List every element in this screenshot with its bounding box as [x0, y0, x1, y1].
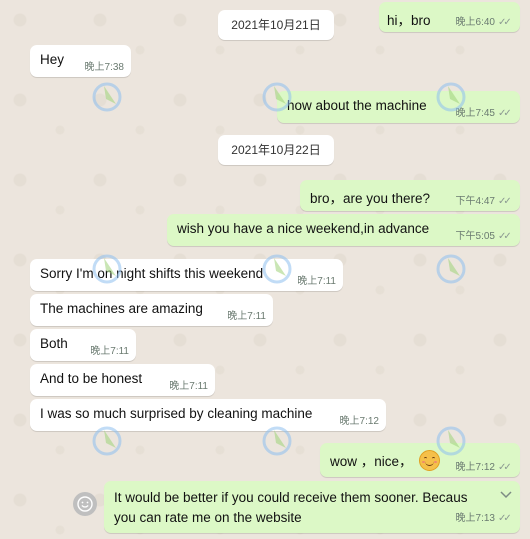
read-ticks-icon: ✓✓: [498, 231, 512, 242]
chevron-down-icon[interactable]: [500, 486, 512, 506]
message-time: 晚上7:11: [169, 381, 208, 392]
watermark-logo-icon: [262, 426, 292, 456]
watermark-logo-icon: [436, 82, 466, 112]
message-text: how about the machine: [287, 98, 427, 113]
message-bubble-incoming[interactable]: I was so much surprised by cleaning mach…: [30, 399, 386, 431]
message-time: 晚上6:40 ✓✓: [456, 13, 512, 28]
date-separator: 2021年10月21日: [218, 10, 334, 40]
read-ticks-icon: ✓✓: [498, 462, 512, 473]
message-text: It would be better if you could receive …: [114, 490, 468, 505]
message-text: Hey: [40, 52, 65, 67]
watermark-logo-icon: [92, 254, 122, 284]
message-bubble-outgoing[interactable]: bro，are you there? 下午4:47 ✓✓: [300, 180, 520, 211]
message-text: I was so much surprised by cleaning mach…: [40, 406, 313, 421]
message-bubble-outgoing[interactable]: It would be better if you could receive …: [104, 481, 520, 533]
message-time: 晚上7:12 ✓✓: [456, 458, 512, 473]
read-ticks-icon: ✓✓: [498, 513, 512, 524]
chat-area[interactable]: 2021年10月21日 2021年10月22日 hi，bro 晚上6:40 ✓✓ …: [0, 0, 530, 539]
message-time: 晚上7:12: [339, 416, 379, 427]
watermark-logo-icon: [262, 254, 292, 284]
message-text: you can rate me on the website: [114, 510, 302, 525]
message-bubble-outgoing[interactable]: hi，bro 晚上6:40 ✓✓: [379, 2, 520, 32]
message-time: 晚上7:13 ✓✓: [456, 509, 512, 529]
read-ticks-icon: ✓✓: [498, 17, 512, 28]
watermark-logo-icon: [262, 82, 292, 112]
message-time: 下午5:05 ✓✓: [456, 227, 512, 242]
watermark-logo-icon: [92, 426, 122, 456]
message-text: And to be honest: [40, 371, 143, 386]
message-time: 晚上7:11: [227, 311, 266, 322]
message-text: Both: [40, 336, 68, 351]
message-text: bro，are you there?: [310, 191, 431, 206]
message-bubble-outgoing[interactable]: wow ，nice， 晚上7:12 ✓✓: [320, 443, 520, 477]
watermark-logo-icon: [92, 82, 122, 112]
message-text: Sorry I'm on night shifts this weekend: [40, 266, 264, 281]
watermark-logo-icon: [436, 254, 466, 284]
message-bubble-incoming[interactable]: The machines are amazing 晚上7:11: [30, 294, 273, 326]
message-time: 晚上7:38: [84, 62, 124, 73]
message-bubble-incoming[interactable]: Both 晚上7:11: [30, 329, 136, 361]
message-text: The machines are amazing: [40, 301, 203, 316]
message-text: hi，bro: [387, 13, 431, 28]
message-time: 晚上7:11: [297, 276, 336, 287]
date-separator: 2021年10月22日: [218, 135, 334, 165]
reaction-button[interactable]: [73, 492, 97, 516]
message-time: 晚上7:11: [90, 346, 129, 357]
message-text: wow ，nice，: [330, 454, 413, 469]
read-ticks-icon: ✓✓: [498, 196, 512, 207]
read-ticks-icon: ✓✓: [498, 108, 512, 119]
message-bubble-outgoing[interactable]: wish you have a nice weekend,in advance …: [167, 214, 520, 246]
message-bubble-incoming[interactable]: Sorry I'm on night shifts this weekend 晚…: [30, 259, 343, 291]
message-bubble-outgoing[interactable]: how about the machine 晚上7:45 ✓✓: [277, 91, 520, 123]
message-bubble-incoming[interactable]: Hey 晚上7:38: [30, 45, 131, 77]
message-time: 下午4:47 ✓✓: [456, 192, 512, 207]
watermark-logo-icon: [436, 426, 466, 456]
message-bubble-incoming[interactable]: And to be honest 晚上7:11: [30, 364, 215, 396]
message-text: wish you have a nice weekend,in advance: [177, 221, 430, 236]
smiley-icon: [77, 496, 93, 512]
